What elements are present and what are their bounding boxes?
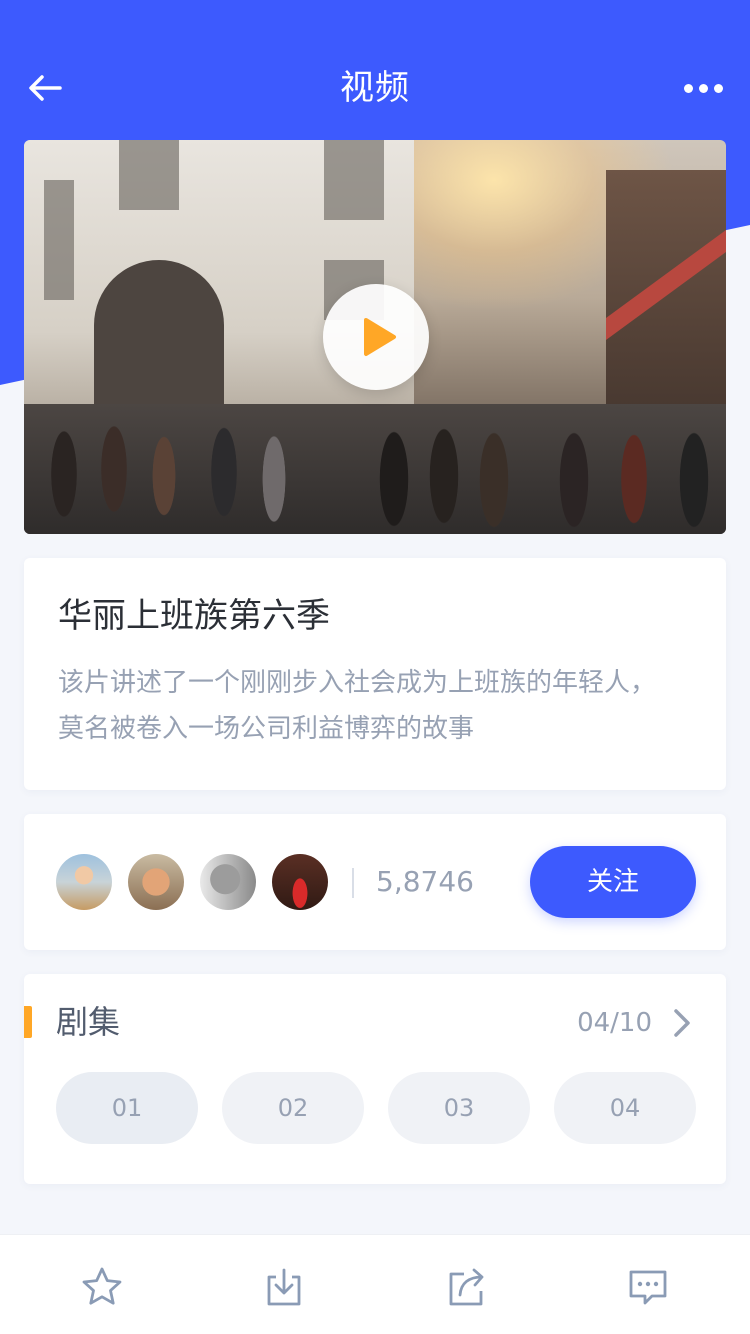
download-icon — [267, 1268, 301, 1306]
play-button[interactable] — [323, 284, 429, 390]
download-button[interactable] — [262, 1265, 306, 1309]
play-icon — [364, 318, 396, 356]
video-description: 该片讲述了一个刚刚步入社会成为上班族的年轻人，莫名被卷入一场公司利益博弈的故事 — [58, 668, 657, 744]
follower-count: 5,8746 — [376, 865, 474, 898]
follow-button[interactable]: 关注 — [530, 846, 696, 918]
avatar[interactable] — [272, 854, 328, 910]
avatar[interactable] — [200, 854, 256, 910]
more-button[interactable] — [684, 78, 724, 98]
episode-item[interactable]: 04 — [554, 1072, 696, 1144]
episodes-card: 剧集 04/10 01 02 03 04 — [24, 974, 726, 1184]
chevron-right-icon — [674, 1009, 690, 1037]
more-dots-icon — [684, 83, 693, 93]
episodes-title: 剧集 — [56, 1003, 121, 1041]
share-icon — [449, 1268, 484, 1306]
comment-button[interactable] — [626, 1265, 670, 1309]
video-player[interactable] — [24, 140, 726, 534]
episode-item[interactable]: 03 — [388, 1072, 530, 1144]
avatar[interactable] — [56, 854, 112, 910]
share-button[interactable] — [444, 1265, 488, 1309]
section-marker — [24, 1006, 32, 1038]
divider — [352, 868, 354, 898]
video-thumbnail-crowd — [24, 384, 726, 534]
followers-card: 5,8746 关注 — [24, 814, 726, 950]
favorite-button[interactable] — [80, 1265, 124, 1309]
video-title: 华丽上班族第六季 — [58, 596, 330, 636]
video-info-card: 华丽上班族第六季 该片讲述了一个刚刚步入社会成为上班族的年轻人，莫名被卷入一场公… — [24, 558, 726, 790]
star-icon — [82, 1267, 122, 1305]
bottom-toolbar — [0, 1234, 750, 1334]
episodes-next-button[interactable] — [670, 1006, 694, 1040]
comment-icon — [629, 1270, 667, 1305]
navbar: 视频 — [0, 40, 750, 136]
episodes-progress: 04/10 — [577, 1008, 652, 1038]
episode-item[interactable]: 02 — [222, 1072, 364, 1144]
episode-item[interactable]: 01 — [56, 1072, 198, 1144]
avatar[interactable] — [128, 854, 184, 910]
page-title: 视频 — [340, 68, 410, 108]
